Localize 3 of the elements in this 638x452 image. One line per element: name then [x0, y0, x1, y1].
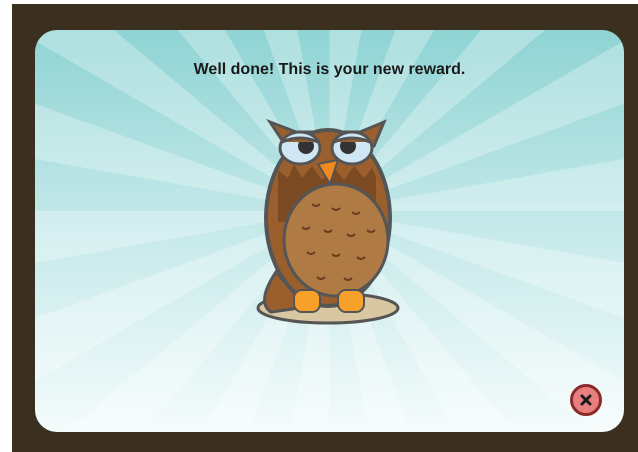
close-icon: [580, 394, 592, 406]
close-button[interactable]: [570, 384, 602, 416]
reward-message: Well done! This is your new reward.: [194, 60, 466, 80]
